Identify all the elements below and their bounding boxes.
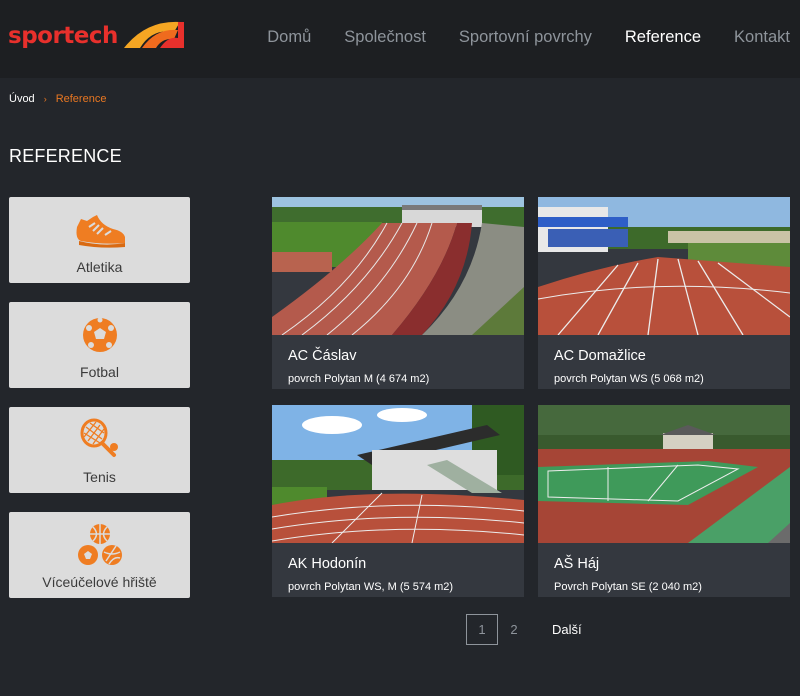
reference-title: AK Hodonín — [288, 556, 367, 572]
category-label: Tenis — [83, 469, 116, 485]
reference-card-hodonin[interactable]: AK Hodonín povrch Polytan WS, M (5 574 m… — [272, 405, 524, 597]
category-viceucelove-hriste[interactable]: Víceúčelové hřiště — [9, 512, 190, 598]
reference-surface: povrch Polytan M (4 674 m2) — [288, 373, 430, 385]
main-nav: Domů Společnost Sportovní povrchy Refere… — [267, 28, 800, 47]
reference-photo — [272, 197, 524, 335]
running-shoe-icon — [76, 215, 125, 248]
breadcrumb-current: Reference — [55, 93, 107, 105]
reference-surface: povrch Polytan WS, M (5 574 m2) — [288, 581, 454, 593]
nav-item-kontakt[interactable]: Kontakt — [734, 28, 790, 47]
page-1-button[interactable]: 1 — [466, 614, 498, 645]
sportech-logo[interactable]: sportech — [8, 18, 184, 48]
reference-surface: Povrch Polytan SE (2 040 m2) — [554, 581, 702, 593]
reference-title: AC Čáslav — [288, 348, 357, 364]
reference-photo — [272, 405, 524, 543]
category-fotbal[interactable]: Fotbal — [9, 302, 190, 388]
reference-photo — [538, 405, 790, 543]
soccer-ball-icon — [82, 317, 117, 352]
page-title: REFERENCE — [9, 146, 122, 166]
nav-item-domu[interactable]: Domů — [267, 28, 311, 47]
nav-item-spolecnost[interactable]: Společnost — [344, 28, 426, 47]
reference-title: AŠ Háj — [554, 556, 600, 572]
nav-item-reference[interactable]: Reference — [625, 28, 701, 47]
logo-wordmark: sportech — [8, 23, 118, 49]
reference-title: AC Domažlice — [554, 348, 646, 364]
category-tenis[interactable]: Tenis — [9, 407, 190, 493]
breadcrumb-home-link[interactable]: Úvod — [9, 93, 35, 105]
breadcrumb: Úvod › Reference — [9, 93, 106, 105]
category-atletika[interactable]: Atletika — [9, 197, 190, 283]
site-header: sportech Domů Společnost Sportovní povrc… — [0, 0, 800, 78]
category-label: Atletika — [76, 259, 123, 275]
nav-item-sportovni-povrchy[interactable]: Sportovní povrchy — [459, 28, 592, 47]
tennis-racket-icon — [80, 418, 118, 457]
reference-surface: povrch Polytan WS (5 068 m2) — [554, 373, 704, 385]
reference-card-domazlice[interactable]: AC Domažlice povrch Polytan WS (5 068 m2… — [538, 197, 790, 389]
pagination: 1 2 Další — [466, 614, 582, 645]
reference-card-haj[interactable]: AŠ Háj Povrch Polytan SE (2 040 m2) — [538, 405, 790, 597]
breadcrumb-separator-icon: › — [43, 94, 47, 104]
logo-swoosh-icon — [123, 21, 184, 48]
multi-ball-icon — [77, 524, 122, 565]
category-label: Fotbal — [80, 364, 119, 380]
category-label: Víceúčelové hřiště — [42, 574, 157, 590]
reference-photo — [538, 197, 790, 335]
reference-card-caslav[interactable]: AC Čáslav povrch Polytan M (4 674 m2) — [272, 197, 524, 389]
page-2-button[interactable]: 2 — [498, 614, 530, 645]
next-page-link[interactable]: Další — [552, 622, 582, 637]
